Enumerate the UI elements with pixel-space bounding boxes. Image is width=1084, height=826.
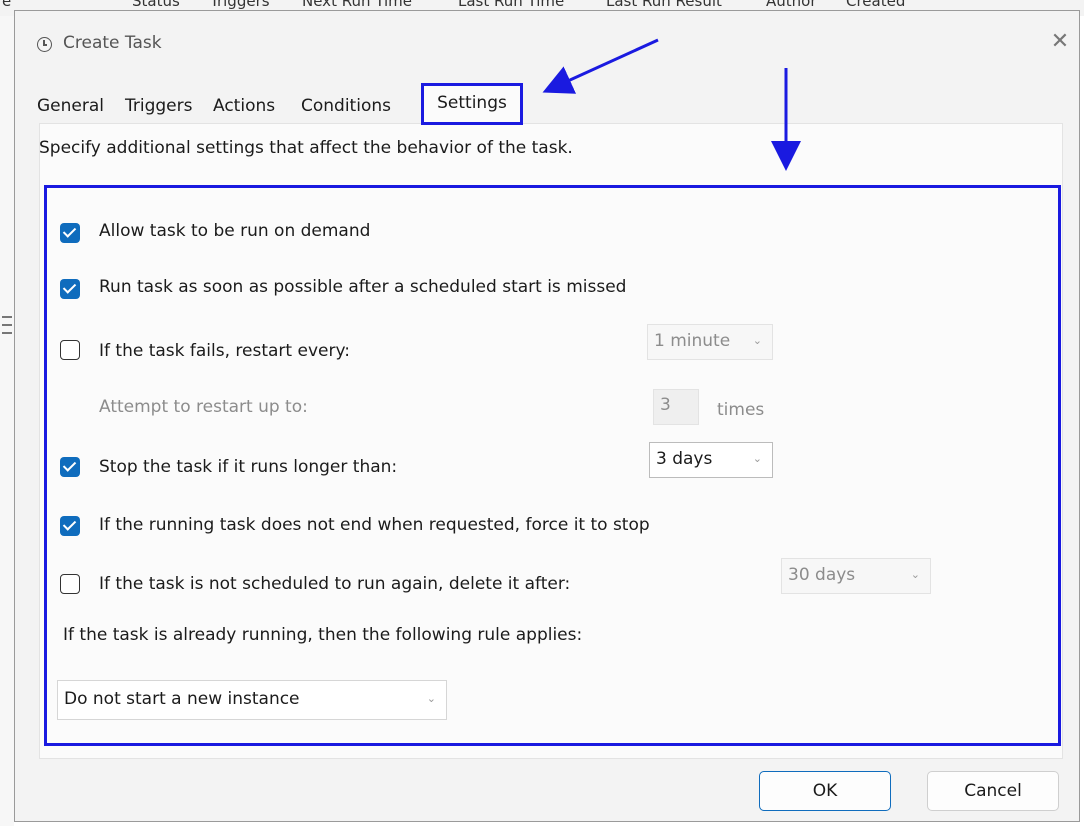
restart-on-fail-checkbox[interactable] <box>60 340 80 360</box>
force-stop-checkbox[interactable] <box>60 516 80 536</box>
cancel-button[interactable]: Cancel <box>927 771 1059 811</box>
tab-conditions[interactable]: Conditions <box>301 96 391 116</box>
tab-general[interactable]: General <box>37 96 104 116</box>
chevron-down-icon: ⌄ <box>752 334 762 347</box>
bg-header-last-result: Last Run Result <box>606 0 722 10</box>
chevron-down-icon: ⌄ <box>910 568 920 581</box>
stop-duration-value: 3 days <box>656 449 713 469</box>
bg-header-next-run: Next Run Time <box>302 0 412 10</box>
tab-triggers[interactable]: Triggers <box>125 96 193 116</box>
bg-header-triggers: Triggers <box>210 0 270 10</box>
run-after-missed-label: Run task as soon as possible after a sch… <box>99 277 627 297</box>
stop-duration-select[interactable]: 3 days ⌄ <box>649 442 773 478</box>
running-rule-select[interactable]: Do not start a new instance ⌄ <box>57 680 447 720</box>
delete-after-select[interactable]: 30 days ⌄ <box>781 558 931 594</box>
allow-on-demand-checkbox[interactable] <box>60 223 80 243</box>
tab-actions[interactable]: Actions <box>213 96 275 116</box>
restart-interval-select[interactable]: 1 minute ⌄ <box>647 324 773 360</box>
delete-after-value: 30 days <box>788 565 856 585</box>
tab-settings[interactable]: Settings <box>421 83 523 125</box>
force-stop-label: If the running task does not end when re… <box>99 515 650 535</box>
clock-icon <box>37 37 52 52</box>
restart-attempts-unit: times <box>717 400 765 420</box>
stop-if-longer-label: Stop the task if it runs longer than: <box>99 457 398 477</box>
delete-after-label: If the task is not scheduled to run agai… <box>99 574 571 594</box>
splitter-grip <box>2 324 12 326</box>
restart-on-fail-label: If the task fails, restart every: <box>99 341 350 361</box>
allow-on-demand-label: Allow task to be run on demand <box>99 221 371 241</box>
bg-header-status: Status <box>132 0 180 10</box>
restart-attempts-label: Attempt to restart up to: <box>99 397 308 417</box>
ok-button[interactable]: OK <box>759 771 891 811</box>
bg-header-author: Author <box>766 0 817 10</box>
run-after-missed-checkbox[interactable] <box>60 279 80 299</box>
restart-interval-value: 1 minute <box>654 331 731 351</box>
stop-if-longer-checkbox[interactable] <box>60 457 80 477</box>
chevron-down-icon: ⌄ <box>752 452 762 465</box>
bg-header-last-run: Last Run Time <box>458 0 565 10</box>
delete-after-checkbox[interactable] <box>60 574 80 594</box>
bg-header-fragment: e <box>2 0 12 10</box>
running-rule-value: Do not start a new instance <box>64 689 300 709</box>
dialog-title: Create Task <box>63 33 162 53</box>
create-task-dialog: Create Task ✕ General Triggers Actions C… <box>14 10 1080 822</box>
running-rule-label: If the task is already running, then the… <box>63 625 583 645</box>
background-window-edge <box>0 16 14 826</box>
restart-attempts-input[interactable]: 3 <box>653 389 699 425</box>
settings-description: Specify additional settings that affect … <box>39 138 573 158</box>
bg-header-created: Created <box>846 0 906 10</box>
chevron-down-icon: ⌄ <box>426 692 436 705</box>
splitter-grip <box>2 332 12 334</box>
splitter-grip <box>2 316 12 318</box>
close-button[interactable]: ✕ <box>1045 27 1075 57</box>
